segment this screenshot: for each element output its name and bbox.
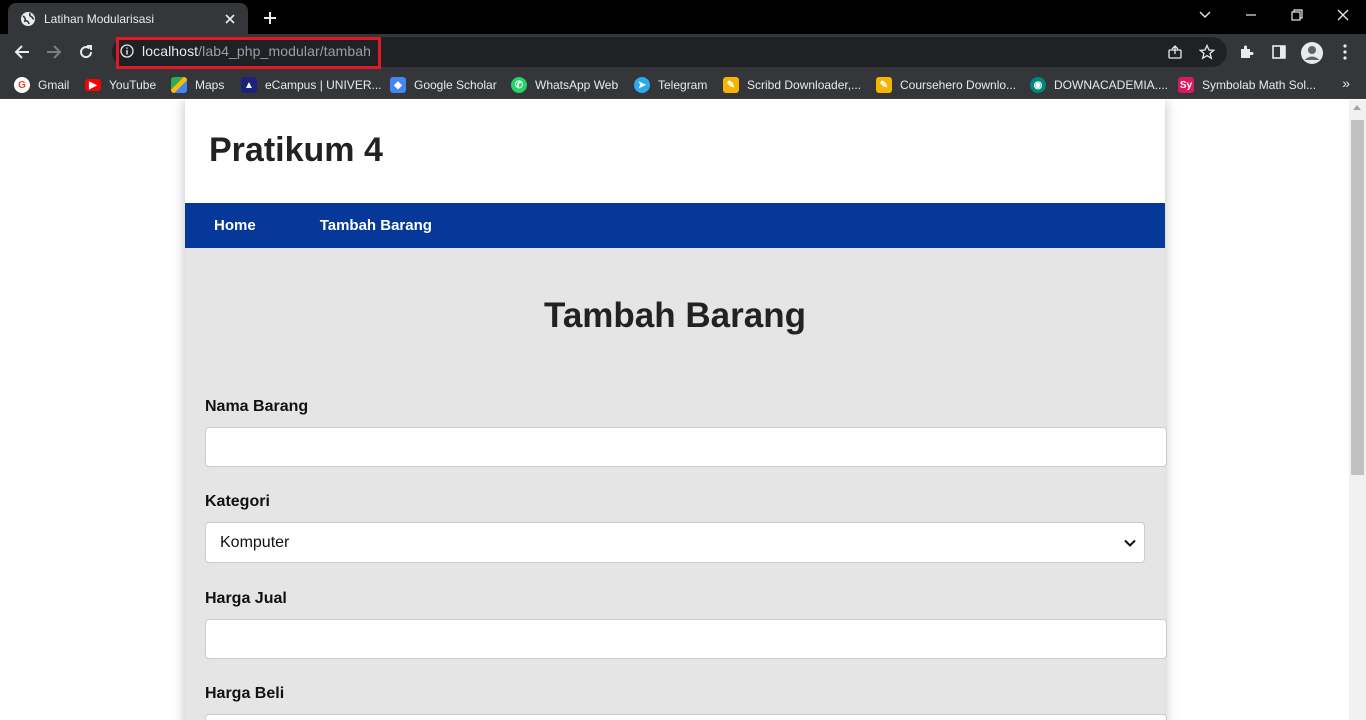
main-nav: Home Tambah Barang xyxy=(185,203,1165,248)
nav-tambah-barang-link[interactable]: Tambah Barang xyxy=(320,217,432,234)
scholar-icon: ◆ xyxy=(390,77,406,93)
bookmark-whatsapp[interactable]: ✆ WhatsApp Web xyxy=(511,75,618,95)
harga-jual-input[interactable] xyxy=(205,619,1167,659)
new-tab-icon[interactable] xyxy=(258,6,282,30)
bookmark-youtube[interactable]: ▶ YouTube xyxy=(85,75,156,95)
bookmarks-bar: G Gmail ▶ YouTube Maps ▲ eCampus | UNIVER..… xyxy=(0,71,1366,99)
reload-icon[interactable] xyxy=(72,38,100,66)
scroll-thumb[interactable] xyxy=(1351,120,1364,475)
bookmark-downacademia[interactable]: ◉ DOWNACADEMIA.... xyxy=(1030,75,1168,95)
bookmark-symbolab[interactable]: Sy Symbolab Math Sol... xyxy=(1178,75,1316,95)
share-icon[interactable] xyxy=(1166,43,1184,61)
bookmark-gmail[interactable]: G Gmail xyxy=(14,75,69,95)
back-icon[interactable] xyxy=(8,38,36,66)
telegram-icon: ➤ xyxy=(634,77,650,93)
bookmark-star-icon[interactable] xyxy=(1198,43,1216,61)
bookmark-label: eCampus | UNIVER... xyxy=(265,78,382,92)
site-header: Pratikum 4 xyxy=(185,100,1165,203)
page-heading: Tambah Barang xyxy=(544,296,806,335)
kategori-select[interactable]: Komputer xyxy=(205,522,1145,563)
tab-strip: Latihan Modularisasi xyxy=(0,0,1366,34)
bookmark-label: DOWNACADEMIA.... xyxy=(1054,78,1169,92)
harga-beli-label: Harga Beli xyxy=(205,685,285,702)
nama-barang-label: Nama Barang xyxy=(205,398,309,415)
maps-icon xyxy=(171,77,187,93)
bookmark-maps[interactable]: Maps xyxy=(171,75,224,95)
bookmark-label: WhatsApp Web xyxy=(535,78,619,92)
whatsapp-icon: ✆ xyxy=(511,77,527,93)
close-tab-icon[interactable] xyxy=(222,11,238,27)
ecampus-icon: ▲ xyxy=(241,77,257,93)
kategori-label: Kategori xyxy=(205,493,270,510)
youtube-icon: ▶ xyxy=(85,79,101,91)
browser-tab[interactable]: Latihan Modularisasi xyxy=(8,3,248,34)
downacademia-icon: ◉ xyxy=(1030,77,1046,93)
profile-avatar-icon[interactable] xyxy=(1300,41,1324,65)
page-viewport: Pratikum 4 Home Tambah Barang Tambah Bar… xyxy=(0,100,1349,720)
bookmark-label: Scribd Downloader,... xyxy=(747,78,862,92)
bookmarks-overflow-icon[interactable]: » xyxy=(1342,75,1350,91)
bookmark-label: Symbolab Math Sol... xyxy=(1202,78,1317,92)
chevron-down-icon xyxy=(1124,534,1136,552)
side-panel-icon[interactable] xyxy=(1270,43,1288,61)
globe-icon xyxy=(20,11,36,27)
close-window-icon[interactable] xyxy=(1320,0,1366,30)
scribd-icon: ✎ xyxy=(723,77,739,93)
bookmark-label: Telegram xyxy=(658,78,708,92)
site-title: Pratikum 4 xyxy=(209,131,383,169)
page-scrollbar[interactable] xyxy=(1349,100,1366,720)
bookmark-coursehero[interactable]: ✎ Coursehero Downlo... xyxy=(876,75,1016,95)
gmail-icon: G xyxy=(14,77,30,93)
bookmark-label: Google Scholar xyxy=(414,78,497,92)
bookmark-scribd[interactable]: ✎ Scribd Downloader,... xyxy=(723,75,861,95)
coursehero-icon: ✎ xyxy=(876,77,892,93)
bookmark-telegram[interactable]: ➤ Telegram xyxy=(634,75,707,95)
tab-title: Latihan Modularisasi xyxy=(44,11,155,26)
bookmark-label: Gmail xyxy=(38,78,70,92)
bookmark-label: YouTube xyxy=(109,78,157,92)
main-content: Tambah Barang Nama Barang Kategori Kompu… xyxy=(185,248,1167,720)
tambah-barang-form: Nama Barang Kategori Komputer Harga Jual… xyxy=(205,398,1167,720)
bookmark-google-scholar[interactable]: ◆ Google Scholar xyxy=(390,75,497,95)
kategori-selected-value: Komputer xyxy=(220,533,290,551)
harga-beli-input[interactable] xyxy=(205,714,1167,720)
forward-icon[interactable] xyxy=(40,38,68,66)
restore-icon[interactable] xyxy=(1274,0,1320,30)
page-container: Pratikum 4 Home Tambah Barang Tambah Bar… xyxy=(185,100,1167,720)
minimize-icon[interactable] xyxy=(1228,0,1274,30)
menu-kebab-icon[interactable] xyxy=(1336,43,1354,61)
url-highlight-box xyxy=(116,37,381,69)
nama-barang-input[interactable] xyxy=(205,427,1167,467)
harga-jual-label: Harga Jual xyxy=(205,590,287,607)
bookmark-label: Maps xyxy=(195,78,225,92)
extensions-icon[interactable] xyxy=(1238,43,1256,61)
nav-home-link[interactable]: Home xyxy=(214,217,256,234)
bookmark-label: Coursehero Downlo... xyxy=(900,78,1017,92)
tab-search-icon[interactable] xyxy=(1182,0,1228,30)
scroll-up-icon[interactable] xyxy=(1353,105,1361,110)
bookmark-ecampus[interactable]: ▲ eCampus | UNIVER... xyxy=(241,75,381,95)
symbolab-icon: Sy xyxy=(1178,77,1194,93)
